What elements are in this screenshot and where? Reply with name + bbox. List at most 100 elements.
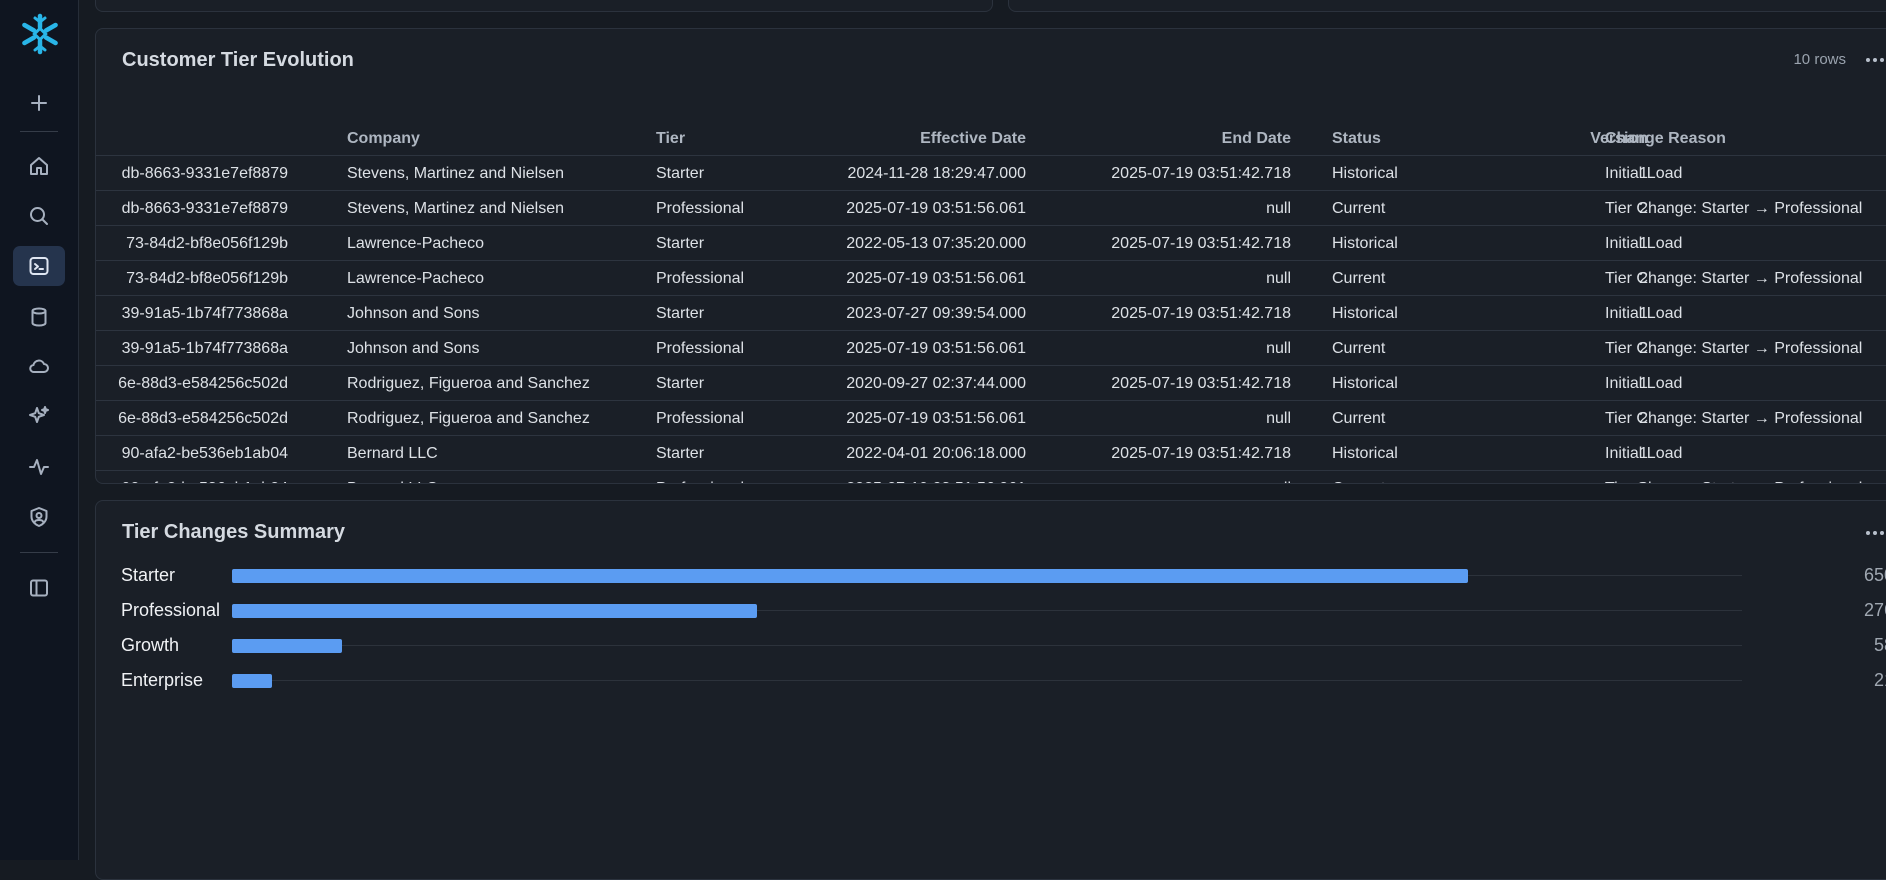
bar-professional[interactable]: [232, 604, 757, 618]
cell-status: Historical: [1332, 375, 1398, 392]
cell-id: 39-91a5-1b74f773868a: [121, 305, 288, 322]
cell-company: Johnson and Sons: [347, 340, 480, 357]
bar-track: [232, 645, 1742, 646]
table-row[interactable]: 6e-88d3-e584256c502d Rodriguez, Figueroa …: [96, 365, 1886, 400]
cell-id: 6e-88d3-e584256c502d: [118, 410, 288, 427]
cell-change-reason: Initial Load: [1605, 235, 1683, 252]
bar-row: Growth 58: [96, 628, 1886, 663]
cell-status: Current: [1332, 270, 1386, 287]
nav-monitoring-button[interactable]: [13, 447, 65, 487]
bar-value: 650: [1863, 565, 1886, 585]
cell-id: 90-afa2-be536eb1ab04: [96, 471, 296, 483]
bar-enterprise[interactable]: [232, 674, 272, 688]
cell-effective-date: 2025-07-19 03:51:56.061: [756, 471, 1026, 483]
more-options-icon[interactable]: [1866, 58, 1884, 62]
table-row[interactable]: 6e-88d3-e584256c502d Rodriguez, Figueroa …: [96, 400, 1886, 435]
cell-id: 90-afa2-be536eb1ab04: [121, 445, 288, 462]
cell-company: Stevens, Martinez and Nielsen: [347, 165, 564, 182]
table-row[interactable]: 73-84d2-bf8e056f129b Lawrence-Pacheco Prof…: [96, 260, 1886, 295]
toggle-sidebar-button[interactable]: [13, 568, 65, 608]
cell-company: Rodriguez, Figueroa and Sanchez: [347, 410, 590, 427]
search-icon: [30, 207, 48, 225]
table-row[interactable]: 39-91a5-1b74f773868a Johnson and Sons Prof…: [96, 330, 1886, 365]
cell-effective-date: 2025-07-19 03:51:56.061: [846, 340, 1026, 357]
cell-status: Current: [1332, 340, 1386, 357]
home-icon: [30, 157, 48, 175]
cell-change-reason: Tier Change: Starter → Professional: [1605, 410, 1863, 427]
cell-change-reason: Tier Change: Starter → Professional: [1605, 200, 1863, 217]
table-row[interactable]: 90-afa2-be536eb1ab04 Bernard LLC Starter 20…: [96, 435, 1886, 470]
table-row[interactable]: 39-91a5-1b74f773868a Johnson and Sons Star…: [96, 295, 1886, 330]
column-header-change-reason[interactable]: Change Reason: [1605, 121, 1886, 156]
table-row[interactable]: 73-84d2-bf8e056f129b Lawrence-Pacheco Star…: [96, 225, 1886, 260]
cloud-icon: [29, 359, 49, 373]
cell-end-date: 2025-07-19 03:51:42.718: [1111, 305, 1291, 322]
more-options-icon[interactable]: [1866, 531, 1884, 535]
cell-end-date: 2025-07-19 03:51:42.718: [1111, 445, 1291, 462]
cell-change-reason: Tier Change: Starter → Professional: [1605, 340, 1863, 357]
column-header-status[interactable]: Status: [1332, 121, 1462, 156]
bar-label: Starter: [121, 565, 176, 585]
column-header-company[interactable]: Company: [347, 121, 647, 156]
table-header: Company Tier Effective Date End Date Sta…: [96, 121, 1886, 156]
results-table: Company Tier Effective Date End Date Sta…: [96, 121, 1886, 483]
bar-value: 21: [1873, 670, 1886, 690]
cell-id: db-8663-9331e7ef8879: [121, 165, 288, 182]
cell-effective-date: 2022-05-13 07:35:20.000: [846, 235, 1026, 252]
cell-status: Historical: [1332, 235, 1398, 252]
nav-projects-button[interactable]: [13, 246, 65, 286]
cell-end-date: 2025-07-19 03:51:42.718: [1111, 235, 1291, 252]
cell-status: Current: [1332, 410, 1386, 427]
cell-status: Current: [1332, 200, 1386, 217]
bar-label: Growth: [121, 635, 180, 655]
cell-status: Historical: [1332, 165, 1398, 182]
column-header-effective-date[interactable]: Effective Date: [756, 121, 1026, 156]
cell-company: Rodriguez, Figueroa and Sanchez: [347, 375, 590, 392]
create-button[interactable]: [13, 83, 65, 123]
bar-starter[interactable]: [232, 569, 1468, 583]
nav-data-button[interactable]: [13, 297, 65, 337]
cell-effective-date: 2025-07-19 03:51:56.061: [846, 200, 1026, 217]
upper-panel-left: [95, 0, 993, 12]
sidebar-toggle-icon: [30, 579, 48, 597]
bar-label: Enterprise: [121, 670, 204, 690]
upper-panel-right: [1008, 0, 1886, 12]
bar-row: Professional 276: [96, 593, 1886, 628]
terminal-icon: [29, 257, 49, 275]
activity-icon: [29, 459, 49, 475]
cell-company: Bernard LLC: [347, 445, 438, 462]
cell-change-reason: Tier Change: Starter → Professional: [1605, 471, 1886, 483]
nav-data-products-button[interactable]: [13, 346, 65, 386]
column-header-id[interactable]: [96, 121, 296, 156]
panel-title: Customer Tier Evolution: [122, 49, 354, 71]
database-icon: [31, 307, 47, 327]
shield-user-icon: [30, 507, 48, 527]
cell-effective-date: 2022-04-01 20:06:18.000: [846, 445, 1026, 462]
bar-value: 276: [1863, 600, 1886, 620]
table-row[interactable]: db-8663-9331e7ef8879 Stevens, Martinez an…: [96, 190, 1886, 225]
cell-id: db-8663-9331e7ef8879: [121, 200, 288, 217]
table-row[interactable]: 90-afa2-be536eb1ab04Bernard LLCProfessio…: [96, 470, 1886, 483]
table-row[interactable]: db-8663-9331e7ef8879 Stevens, Martinez an…: [96, 155, 1886, 190]
bar-growth[interactable]: [232, 639, 342, 653]
left-nav-rail: [0, 0, 79, 860]
nav-ai-ml-button[interactable]: [13, 396, 65, 436]
cell-effective-date: 2023-07-27 09:39:54.000: [846, 305, 1026, 322]
cell-effective-date: 2025-07-19 03:51:56.061: [846, 270, 1026, 287]
cell-end-date: null: [1266, 410, 1291, 427]
nav-search-button[interactable]: [13, 196, 65, 236]
bar-row: Starter 650: [96, 558, 1886, 593]
nav-admin-button[interactable]: [13, 497, 65, 537]
cell-effective-date: 2020-09-27 02:37:44.000: [846, 375, 1026, 392]
column-header-end-date[interactable]: End Date: [1026, 121, 1291, 156]
cell-effective-date: 2025-07-19 03:51:56.061: [846, 410, 1026, 427]
cell-company: Lawrence-Pacheco: [347, 270, 484, 287]
cell-change-reason: Initial Load: [1605, 305, 1683, 322]
nav-home-button[interactable]: [13, 146, 65, 186]
snowflake-logo-icon[interactable]: [19, 13, 61, 55]
cell-company: Lawrence-Pacheco: [347, 235, 484, 252]
cell-change-reason: Initial Load: [1605, 445, 1683, 462]
cell-status: Historical: [1332, 305, 1398, 322]
rail-divider: [20, 131, 58, 132]
bar-label: Professional: [121, 600, 221, 620]
